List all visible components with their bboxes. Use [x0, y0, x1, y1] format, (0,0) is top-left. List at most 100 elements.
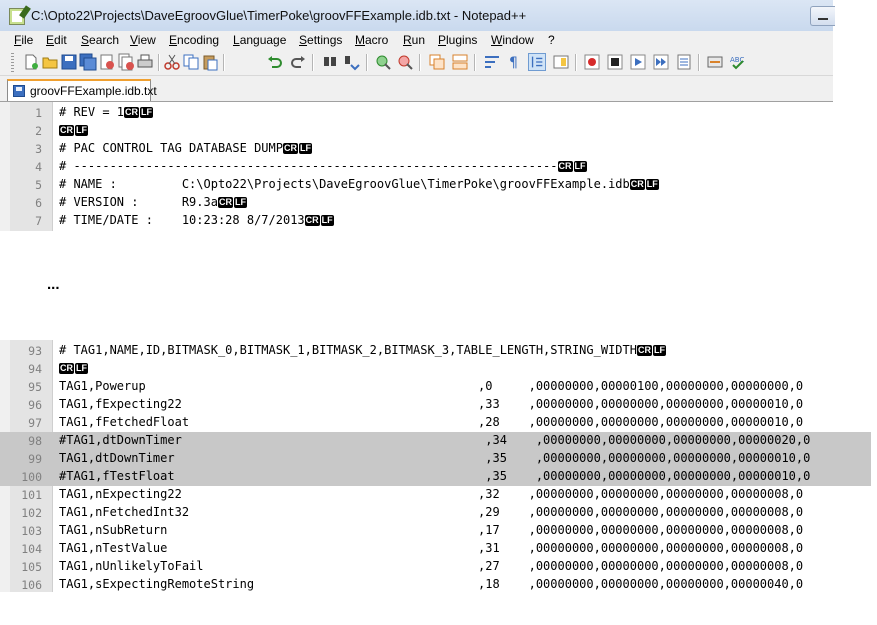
- line-text: # REV = 1: [59, 105, 125, 119]
- code-line[interactable]: 101 TAG1,nExpecting22 ,32 ,00000000,00000…: [0, 486, 871, 504]
- code-line[interactable]: 99 TAG1,dtDownTimer ,35 ,00000000,0000000…: [0, 450, 871, 468]
- cr-marker: CR: [557, 161, 573, 172]
- save-icon[interactable]: [60, 53, 78, 71]
- line-number: 7: [35, 214, 42, 228]
- print-icon[interactable]: [136, 53, 154, 71]
- menu-view[interactable]: View: [130, 33, 156, 47]
- close-icon[interactable]: [98, 53, 116, 71]
- menu-run[interactable]: Run: [403, 33, 425, 47]
- code-line[interactable]: 98 #TAG1,dtDownTimer ,34 ,00000000,000000…: [0, 432, 871, 450]
- code-line[interactable]: 106 TAG1,sExpectingRemoteString ,18 ,0000…: [0, 576, 871, 592]
- code-text: TAG1,nSubReturn ,17 ,00000000,00000000,0…: [59, 523, 803, 537]
- code-line[interactable]: 6 # VERSION : R9.3aCR LF: [0, 194, 833, 212]
- toolbar-separator: [312, 54, 314, 71]
- code-line[interactable]: 96 TAG1,fExpecting22 ,33 ,00000000,000000…: [0, 396, 871, 414]
- code-line[interactable]: 93 # TAG1,NAME,ID,BITMASK_0,BITMASK_1,BIT…: [0, 342, 871, 360]
- show-all-characters-icon[interactable]: ¶: [505, 53, 523, 71]
- menu-language[interactable]: Language: [233, 33, 286, 47]
- doc-map-icon[interactable]: [552, 53, 570, 71]
- code-line[interactable]: 100 #TAG1,fTestFloat ,35 ,00000000,000000…: [0, 468, 871, 486]
- save-all-icon[interactable]: [79, 53, 97, 71]
- paste-icon[interactable]: [201, 53, 219, 71]
- code-line[interactable]: 4 # -------------------------------------…: [0, 158, 833, 176]
- code-text: TAG1,fFetchedFloat ,28 ,00000000,0000000…: [59, 415, 803, 429]
- code-line[interactable]: 95 TAG1,Powerup ,0 ,00000000,00000100,000…: [0, 378, 871, 396]
- line-text: TAG1,sExpectingRemoteString ,18 ,0000000…: [59, 577, 804, 591]
- line-number: 106: [21, 578, 42, 592]
- code-text: TAG1,dtDownTimer ,35 ,00000000,00000000,…: [59, 451, 810, 465]
- lf-marker: LF: [573, 161, 587, 172]
- line-text: # --------------------------------------…: [59, 159, 558, 173]
- cr-marker: CR: [282, 143, 298, 154]
- code-line[interactable]: 97 TAG1,fFetchedFloat ,28 ,00000000,00000…: [0, 414, 871, 432]
- cr-marker: CR: [304, 215, 320, 226]
- line-number: 96: [28, 398, 42, 412]
- sync-vertical-icon[interactable]: [428, 53, 446, 71]
- replace-icon[interactable]: [343, 53, 361, 71]
- line-text: #TAG1,dtDownTimer ,34 ,00000000,00000000…: [59, 433, 811, 447]
- open-file-icon[interactable]: [41, 53, 59, 71]
- spellcheck-icon[interactable]: ABC: [729, 53, 747, 71]
- menu-file[interactable]: File: [14, 33, 33, 47]
- minimize-button[interactable]: [810, 6, 835, 26]
- menu-help[interactable]: ?: [548, 33, 555, 47]
- menu-macro[interactable]: Macro: [355, 33, 388, 47]
- editor-text-area-top[interactable]: 1 # REV = 1CR LF 2 CR LF 3 # PAC CONTROL TAG DA…: [0, 102, 833, 231]
- line-number: 100: [21, 470, 42, 484]
- close-all-icon[interactable]: [117, 53, 135, 71]
- toolbar-separator: [366, 54, 368, 71]
- trim-icon[interactable]: [706, 53, 724, 71]
- menu-plugins[interactable]: Plugins: [438, 33, 477, 47]
- line-number: 3: [35, 142, 42, 156]
- save-macro-icon[interactable]: [675, 53, 693, 71]
- zoom-out-icon[interactable]: [396, 53, 414, 71]
- copy-icon[interactable]: [182, 53, 200, 71]
- code-text: # TAG1,NAME,ID,BITMASK_0,BITMASK_1,BITMA…: [59, 343, 666, 357]
- line-number: 98: [28, 434, 42, 448]
- stop-record-icon[interactable]: [606, 53, 624, 71]
- new-file-icon[interactable]: [22, 53, 40, 71]
- lf-marker: LF: [298, 143, 312, 154]
- code-line[interactable]: 104 TAG1,nTestValue ,31 ,00000000,0000000…: [0, 540, 871, 558]
- code-line[interactable]: 2 CR LF: [0, 122, 833, 140]
- tab-groovffexample[interactable]: groovFFExample.idb.txt: [7, 79, 157, 101]
- tab-label: groovFFExample.idb.txt: [30, 84, 157, 98]
- menu-encoding[interactable]: Encoding: [169, 33, 219, 47]
- code-line[interactable]: 5 # NAME : C:\Opto22\Projects\DaveEgroovG…: [0, 176, 833, 194]
- menu-edit[interactable]: Edit: [46, 33, 67, 47]
- line-number: 2: [35, 124, 42, 138]
- code-text: # REV = 1CR LF: [59, 105, 154, 119]
- run-macro-multiple-icon[interactable]: [652, 53, 670, 71]
- code-line[interactable]: 1 # REV = 1CR LF: [0, 104, 833, 122]
- code-text: # TIME/DATE : 10:23:28 8/7/2013CR LF: [59, 213, 334, 227]
- line-text: TAG1,nFetchedInt32 ,29 ,00000000,0000000…: [59, 505, 804, 519]
- record-macro-icon[interactable]: [583, 53, 601, 71]
- menu-window[interactable]: Window: [491, 33, 534, 47]
- code-line[interactable]: 105 TAG1,nUnlikelyToFail ,27 ,00000000,00…: [0, 558, 871, 576]
- window-title: C:\Opto22\Projects\DaveEgroovGlue\TimerP…: [31, 8, 527, 23]
- line-text: TAG1,nSubReturn ,17 ,00000000,00000000,0…: [59, 523, 804, 537]
- sync-horizontal-icon[interactable]: [451, 53, 469, 71]
- menu-settings[interactable]: Settings: [299, 33, 342, 47]
- code-line[interactable]: 3 # PAC CONTROL TAG DATABASE DUMPCR LF: [0, 140, 833, 158]
- undo-icon[interactable]: [266, 53, 284, 71]
- menu-search[interactable]: Search: [81, 33, 119, 47]
- redo-icon[interactable]: [289, 53, 307, 71]
- indent-guide-icon[interactable]: [528, 53, 546, 71]
- code-line[interactable]: 94 CR LF: [0, 360, 871, 378]
- cr-marker: CR: [217, 197, 233, 208]
- line-number: 103: [21, 524, 42, 538]
- find-icon[interactable]: [321, 53, 339, 71]
- line-number: 1: [35, 106, 42, 120]
- lf-marker: LF: [320, 215, 334, 226]
- editor-text-area-bottom[interactable]: 93 # TAG1,NAME,ID,BITMASK_0,BITMASK_1,BIT…: [0, 340, 871, 592]
- toolbar-grip[interactable]: [11, 53, 14, 72]
- play-macro-icon[interactable]: [629, 53, 647, 71]
- code-line[interactable]: 102 TAG1,nFetchedInt32 ,29 ,00000000,0000…: [0, 504, 871, 522]
- line-text: #TAG1,fTestFloat ,35 ,00000000,00000000,…: [59, 469, 811, 483]
- word-wrap-icon[interactable]: [483, 53, 501, 71]
- zoom-in-icon[interactable]: [374, 53, 392, 71]
- code-line[interactable]: 103 TAG1,nSubReturn ,17 ,00000000,0000000…: [0, 522, 871, 540]
- cut-icon[interactable]: [163, 53, 181, 71]
- code-line[interactable]: 7 # TIME/DATE : 10:23:28 8/7/2013CR LF: [0, 212, 833, 230]
